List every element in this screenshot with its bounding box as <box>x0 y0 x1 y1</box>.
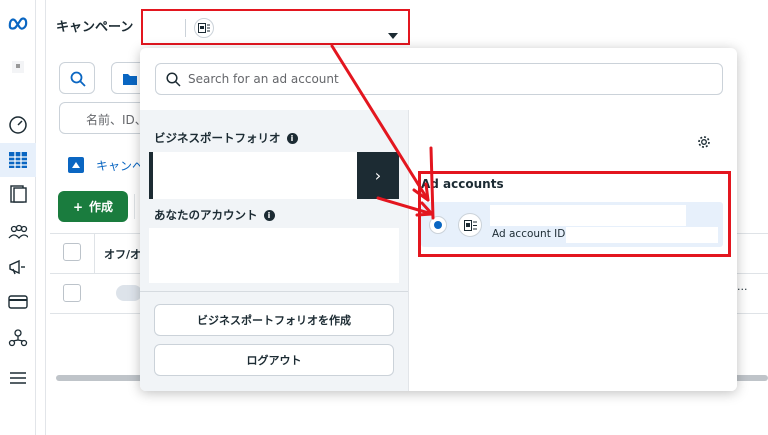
annotation-arrows <box>330 44 435 220</box>
annotation-arrow-line <box>330 44 430 202</box>
annotation-arrow-line <box>429 146 435 220</box>
